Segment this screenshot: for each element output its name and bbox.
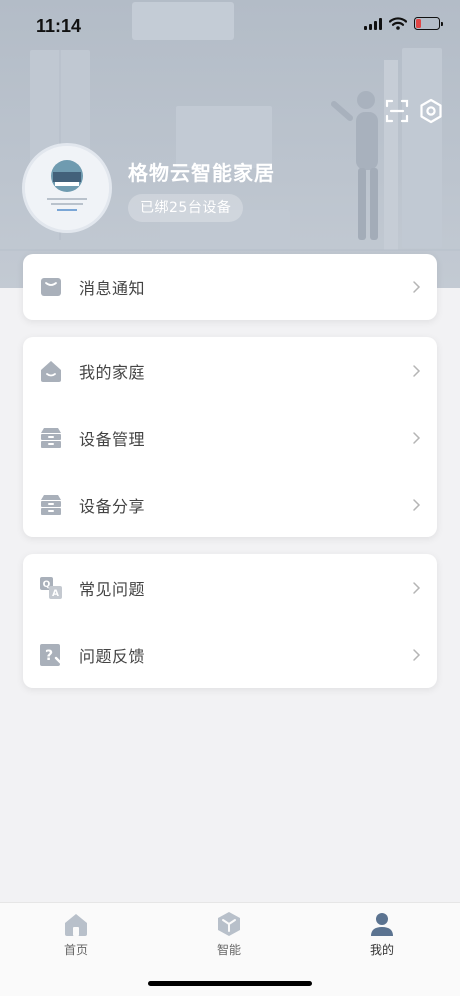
svg-text:?: ? (45, 648, 53, 664)
menu-label-faq: 常见问题 (79, 579, 146, 599)
tab-mine[interactable]: 我的 (342, 911, 422, 958)
menu-item-device-management[interactable]: 设备管理 (23, 404, 437, 471)
message-icon (41, 278, 61, 296)
menu-label-device-sharing: 设备分享 (79, 496, 146, 516)
menu-label-messages: 消息通知 (79, 279, 146, 298)
device-share-icon (41, 494, 61, 515)
tab-label-home: 首页 (63, 943, 88, 957)
menu-item-device-sharing[interactable]: 设备分享 (23, 471, 437, 538)
menu-label-device-management: 设备管理 (79, 429, 146, 449)
menu-label-feedback: 问题反馈 (79, 646, 146, 666)
chevron-right-icon (413, 364, 421, 377)
smart-cube-icon (218, 912, 240, 936)
faq-icon: Q A (40, 576, 62, 599)
home-indicator (148, 981, 312, 986)
tab-smart[interactable]: 智能 (189, 911, 269, 958)
feedback-icon: ? (40, 643, 63, 666)
home-avatar[interactable] (22, 143, 112, 233)
chevron-right-icon (413, 498, 421, 511)
help-card: Q A 常见问题 ? 问题反馈 (23, 554, 437, 688)
menu-label-my-home: 我的家庭 (79, 362, 146, 382)
home-devices-card: 我的家庭 设备管理 设备分享 (23, 337, 437, 537)
status-time: 11:14 (36, 16, 82, 36)
scan-icon[interactable] (384, 98, 410, 124)
home-avatar-image (25, 146, 109, 230)
svg-text:A: A (52, 589, 59, 599)
tab-home[interactable]: 首页 (36, 911, 116, 958)
user-icon (371, 913, 393, 936)
cellular-signal-icon (364, 17, 382, 30)
home-name: 格物云智能家居 (128, 161, 275, 185)
menu-item-my-home[interactable]: 我的家庭 (23, 337, 437, 404)
tab-label-smart: 智能 (216, 943, 241, 957)
menu-item-feedback[interactable]: ? 问题反馈 (23, 621, 437, 688)
device-box-icon (41, 427, 61, 448)
bound-devices-badge: 已绑25台设备 (128, 194, 244, 222)
battery-icon (414, 17, 443, 30)
svg-text:Q: Q (43, 580, 51, 590)
settings-icon[interactable] (418, 98, 444, 124)
chevron-right-icon (413, 281, 421, 293)
battery-level (416, 19, 421, 28)
status-icons (364, 17, 443, 30)
menu-item-messages[interactable]: 消息通知 (23, 254, 437, 320)
messages-card: 消息通知 (23, 254, 437, 320)
chevron-right-icon (413, 581, 421, 594)
wifi-icon (389, 17, 407, 30)
menu-item-faq[interactable]: Q A 常见问题 (23, 554, 437, 621)
chevron-right-icon (413, 648, 421, 661)
home-tab-icon (65, 914, 87, 936)
home-icon (41, 360, 61, 382)
tab-label-mine: 我的 (369, 943, 394, 957)
chevron-right-icon (413, 431, 421, 444)
